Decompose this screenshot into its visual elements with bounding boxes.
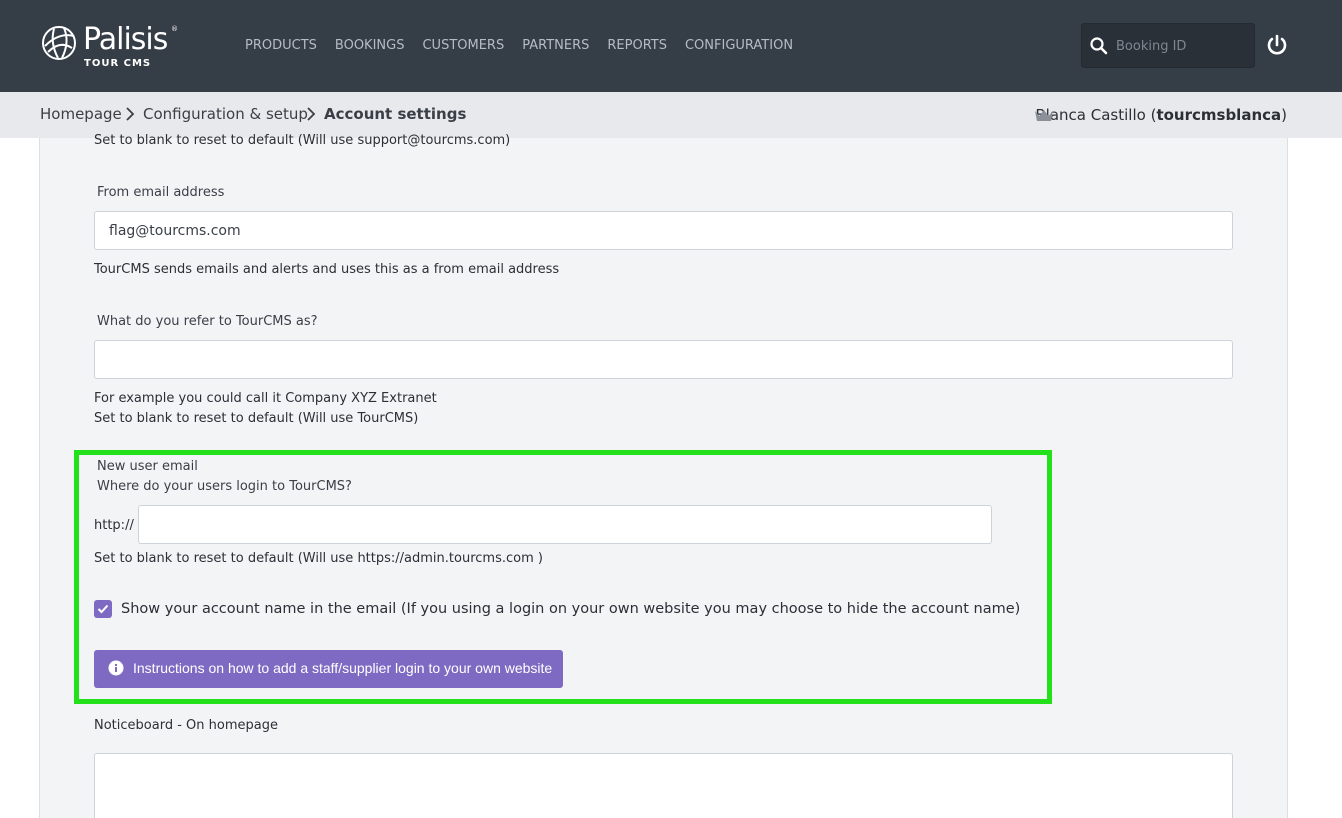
- top-navbar: Palisis ® TOUR CMS PRODUCTS BOOKINGS CUS…: [0, 0, 1342, 92]
- refer-name-field[interactable]: [94, 340, 1233, 379]
- login-url-field[interactable]: [138, 505, 992, 544]
- refer-name-example: For example you could call it Company XY…: [94, 391, 437, 406]
- main-nav: PRODUCTS BOOKINGS CUSTOMERS PARTNERS REP…: [245, 38, 793, 53]
- nav-bookings[interactable]: BOOKINGS: [335, 38, 405, 53]
- booking-id-input[interactable]: [1116, 34, 1250, 58]
- nav-customers[interactable]: CUSTOMERS: [422, 38, 504, 53]
- show-account-name-label[interactable]: Show your account name in the email (If …: [121, 601, 1020, 617]
- nav-products[interactable]: PRODUCTS: [245, 38, 317, 53]
- from-email-label: From email address: [97, 185, 225, 200]
- url-prefix: http://: [94, 518, 134, 533]
- from-email-field[interactable]: [94, 211, 1233, 250]
- noticeboard-textarea[interactable]: [94, 753, 1233, 818]
- crown-icon: [1035, 110, 1053, 121]
- user-close-paren: ): [1281, 106, 1287, 124]
- show-account-name-checkbox[interactable]: [94, 600, 112, 618]
- chevron-right-icon: [126, 107, 135, 121]
- from-email-help: TourCMS sends emails and alerts and uses…: [94, 262, 560, 277]
- new-user-email-label: New user email: [97, 459, 198, 474]
- logo-wordmark: Palisis: [83, 22, 168, 57]
- globe-icon: [42, 26, 76, 60]
- user-username: tourcmsblanca: [1156, 106, 1282, 124]
- refer-name-label: What do you refer to TourCMS as?: [97, 314, 318, 329]
- logo-subtitle: TOUR CMS: [84, 58, 152, 69]
- login-instructions-label: Instructions on how to add a staff/suppl…: [133, 660, 553, 676]
- breadcrumb-configuration[interactable]: Configuration & setup: [143, 105, 308, 123]
- info-icon: [108, 660, 124, 676]
- refer-name-help: Set to blank to reset to default (Will u…: [94, 411, 419, 426]
- breadcrumb-account-settings: Account settings: [324, 105, 467, 123]
- chevron-right-icon: [307, 107, 316, 121]
- noticeboard-label: Noticeboard - On homepage: [94, 718, 278, 733]
- current-user[interactable]: Blanca Castillo (tourcmsblanca): [1035, 106, 1287, 124]
- booking-search: [1081, 23, 1255, 68]
- search-icon: [1090, 37, 1108, 55]
- login-location-question: Where do your users login to TourCMS?: [97, 479, 352, 494]
- power-icon[interactable]: [1266, 34, 1288, 56]
- nav-configuration[interactable]: CONFIGURATION: [685, 38, 793, 53]
- nav-reports[interactable]: REPORTS: [607, 38, 667, 53]
- support-email-help: Set to blank to reset to default (Will u…: [94, 133, 511, 148]
- checkmark-icon: [97, 604, 109, 614]
- breadcrumb-homepage[interactable]: Homepage: [40, 105, 122, 123]
- nav-partners[interactable]: PARTNERS: [522, 38, 589, 53]
- login-instructions-button[interactable]: Instructions on how to add a staff/suppl…: [94, 650, 563, 688]
- palisis-logo[interactable]: Palisis ® TOUR CMS: [40, 22, 180, 72]
- breadcrumb: Homepage Configuration & setup Account s…: [0, 92, 1342, 138]
- logo-trademark: ®: [171, 25, 178, 33]
- login-url-help: Set to blank to reset to default (Will u…: [94, 551, 543, 566]
